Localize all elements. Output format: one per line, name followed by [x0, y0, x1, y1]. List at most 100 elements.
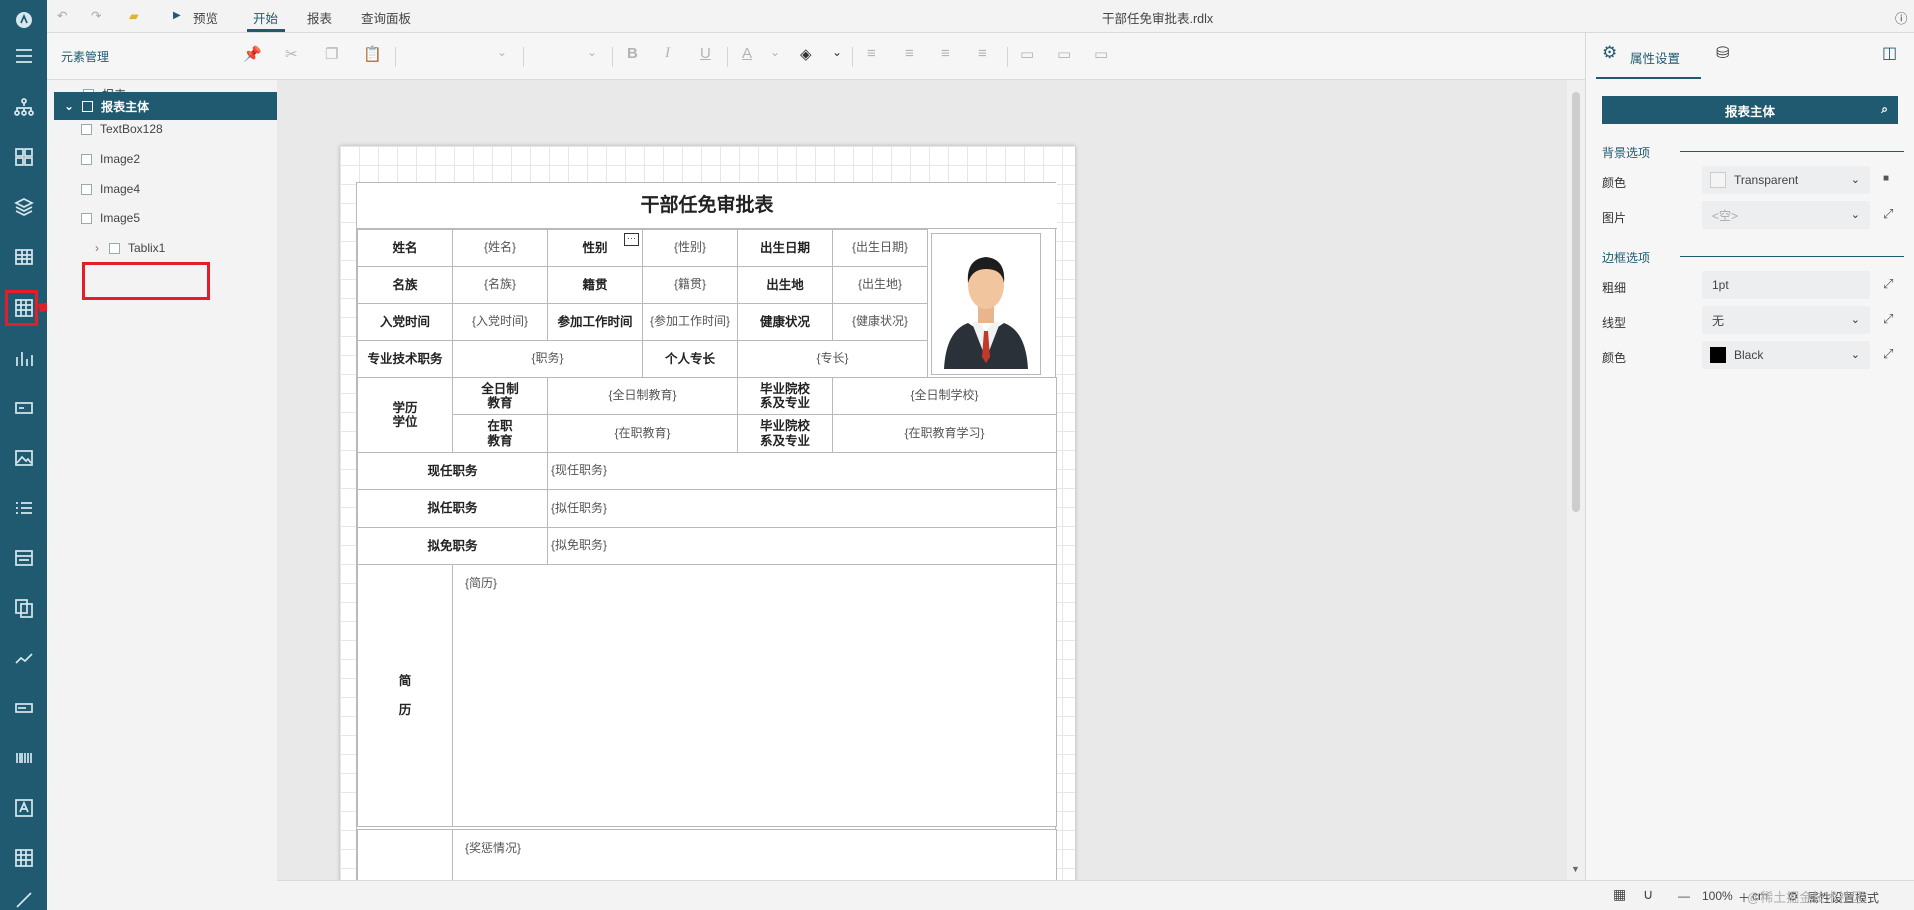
color-expression-icon[interactable]: ■ [1883, 173, 1889, 184]
value-fulltime-school[interactable]: {全日制学校} [832, 377, 1057, 415]
report-page[interactable]: 干部任免审批表 姓名 {姓名} 性别 {性别} 出生日期 {出生日期} ··· … [340, 146, 1075, 880]
value-work-date[interactable]: {参加工作时间} [642, 303, 738, 341]
label-work-date[interactable]: 参加工作时间 [547, 303, 643, 341]
bg-image-select[interactable]: <空> ⌄ [1702, 201, 1870, 229]
tree-item-textbox128[interactable]: TextBox128 [81, 115, 163, 143]
subreport-icon[interactable] [0, 588, 47, 628]
value-awards[interactable]: {奖惩情况} [452, 829, 1057, 880]
label-birthdate[interactable]: 出生日期 [737, 229, 833, 267]
value-parttime-school[interactable]: {在职教育学习} [832, 414, 1057, 453]
tree-item-image4[interactable]: Image4 [81, 175, 140, 203]
label-parttime-edu[interactable]: 在职 教育 [452, 414, 548, 453]
matrix-icon[interactable] [0, 838, 47, 878]
expand-icon[interactable]: ⤢ [1883, 346, 1893, 362]
richtext-icon[interactable] [0, 788, 47, 828]
grid-icon[interactable]: ▦ [1613, 886, 1626, 903]
valign-top-icon[interactable]: ▭ [1020, 45, 1034, 63]
expand-icon[interactable]: ⤢ [1883, 206, 1893, 222]
value-ethnicity[interactable]: {名族} [452, 266, 548, 304]
valign-bottom-icon[interactable]: ▭ [1094, 45, 1108, 63]
value-resume[interactable]: {简历} [452, 564, 1057, 827]
italic-button[interactable]: I [665, 45, 670, 62]
open-folder-icon[interactable]: ▰ [129, 8, 139, 23]
font-color-button[interactable]: A [742, 45, 752, 62]
expand-icon[interactable]: ⤢ [1883, 311, 1893, 327]
approval-form[interactable]: 干部任免审批表 姓名 {姓名} 性别 {性别} 出生日期 {出生日期} ··· … [356, 182, 1057, 880]
redo-icon[interactable]: ↷ [91, 8, 101, 23]
label-awards[interactable]: 奖 [357, 829, 453, 880]
value-party-date[interactable]: {入党时间} [452, 303, 548, 341]
form-title[interactable]: 干部任免审批表 [357, 183, 1057, 229]
label-specialty[interactable]: 个人专长 [642, 340, 738, 378]
value-professional-title[interactable]: {职务} [452, 340, 643, 378]
tab-start[interactable]: 开始 [253, 8, 278, 27]
underline-button[interactable]: U [700, 45, 711, 62]
canvas-scrollbar[interactable]: ▼ [1567, 80, 1585, 880]
image-icon[interactable] [0, 438, 47, 478]
sparkline-icon[interactable] [0, 638, 47, 678]
bullet-icon[interactable] [0, 688, 47, 728]
paste-icon[interactable]: 📋 [363, 45, 382, 63]
barcode-icon[interactable] [0, 738, 47, 778]
photo-frame[interactable] [931, 233, 1041, 375]
value-current-post[interactable]: {现任职务} [547, 452, 1057, 490]
label-native-place[interactable]: 籍贯 [547, 266, 643, 304]
table-icon[interactable] [0, 237, 47, 277]
tree-item-image2[interactable]: Image2 [81, 145, 140, 173]
align-center-icon[interactable]: ≡ [905, 45, 914, 62]
label-fulltime-school[interactable]: 毕业院校 系及专业 [737, 377, 833, 415]
value-fulltime-edu[interactable]: {全日制教育} [547, 377, 738, 415]
label-party-date[interactable]: 入党时间 [357, 303, 453, 341]
target-selector[interactable]: 报表主体 ⌕ [1602, 96, 1898, 124]
list-icon[interactable] [0, 488, 47, 528]
expand-icon[interactable]: ⤢ [1883, 276, 1893, 292]
label-resume[interactable]: 简 历 [357, 564, 453, 827]
label-planned-post[interactable]: 拟任职务 [357, 489, 548, 528]
chevron-down-icon[interactable]: ⌄ [1851, 313, 1860, 326]
collapse-icon[interactable]: ⌄ [64, 99, 74, 113]
bold-button[interactable]: B [627, 45, 638, 62]
label-removed-post[interactable]: 拟免职务 [357, 527, 548, 565]
expand-icon[interactable]: › [95, 241, 99, 255]
zoom-out-icon[interactable]: — [1678, 889, 1690, 903]
scrollbar-thumb[interactable] [1572, 92, 1580, 512]
value-specialty[interactable]: {专长} [737, 340, 928, 378]
label-birthplace[interactable]: 出生地 [737, 266, 833, 304]
tree-item-tablix1[interactable]: › Tablix1 [95, 234, 165, 262]
value-planned-post[interactable]: {拟任职务} [547, 489, 1057, 528]
hierarchy-icon[interactable] [0, 87, 47, 127]
tab-report[interactable]: 报表 [307, 8, 332, 27]
tab-query-panel[interactable]: 查询面板 [361, 8, 411, 27]
value-removed-post[interactable]: {拟免职务} [547, 527, 1057, 565]
tree-item-image5[interactable]: Image5 [81, 204, 140, 232]
value-birthplace[interactable]: {出生地} [832, 266, 928, 304]
preview-button[interactable]: 预览 [193, 8, 218, 27]
justify-icon[interactable]: ≡ [978, 45, 987, 62]
cut-icon[interactable]: ✂ [285, 45, 298, 63]
undo-icon[interactable]: ↶ [57, 8, 67, 23]
design-canvas[interactable]: 干部任免审批表 姓名 {姓名} 性别 {性别} 出生日期 {出生日期} ··· … [277, 80, 1567, 880]
components-icon[interactable] [0, 137, 47, 177]
label-education[interactable]: 学历 学位 [357, 377, 453, 453]
chevron-down-icon[interactable]: ⌄ [1851, 348, 1860, 361]
font-family-dropdown[interactable]: ⌄ [497, 45, 507, 59]
hamburger-menu-icon[interactable] [0, 36, 47, 76]
align-left-icon[interactable]: ≡ [867, 45, 876, 62]
label-parttime-school[interactable]: 毕业院校 系及专业 [737, 414, 833, 453]
fill-color-icon[interactable]: ◈ [800, 45, 812, 63]
border-style-select[interactable]: 无 ⌄ [1702, 306, 1870, 334]
tab-properties[interactable]: 属性设置 [1630, 48, 1680, 67]
label-name[interactable]: 姓名 [357, 229, 453, 267]
line-icon[interactable] [0, 880, 47, 910]
info-icon[interactable]: ⓘ [1895, 8, 1908, 27]
font-color-dropdown[interactable]: ⌄ [770, 45, 780, 59]
label-fulltime-edu[interactable]: 全日制 教育 [452, 377, 548, 415]
database-icon[interactable]: ⛁ [1716, 43, 1729, 63]
label-health[interactable]: 健康状况 [737, 303, 833, 341]
fill-color-dropdown[interactable]: ⌄ [832, 45, 842, 59]
scroll-down-icon[interactable]: ▼ [1571, 864, 1580, 874]
chart-icon[interactable] [0, 338, 47, 378]
value-parttime-edu[interactable]: {在职教育} [547, 414, 738, 453]
valign-middle-icon[interactable]: ▭ [1057, 45, 1071, 63]
label-professional-title[interactable]: 专业技术职务 [357, 340, 453, 378]
